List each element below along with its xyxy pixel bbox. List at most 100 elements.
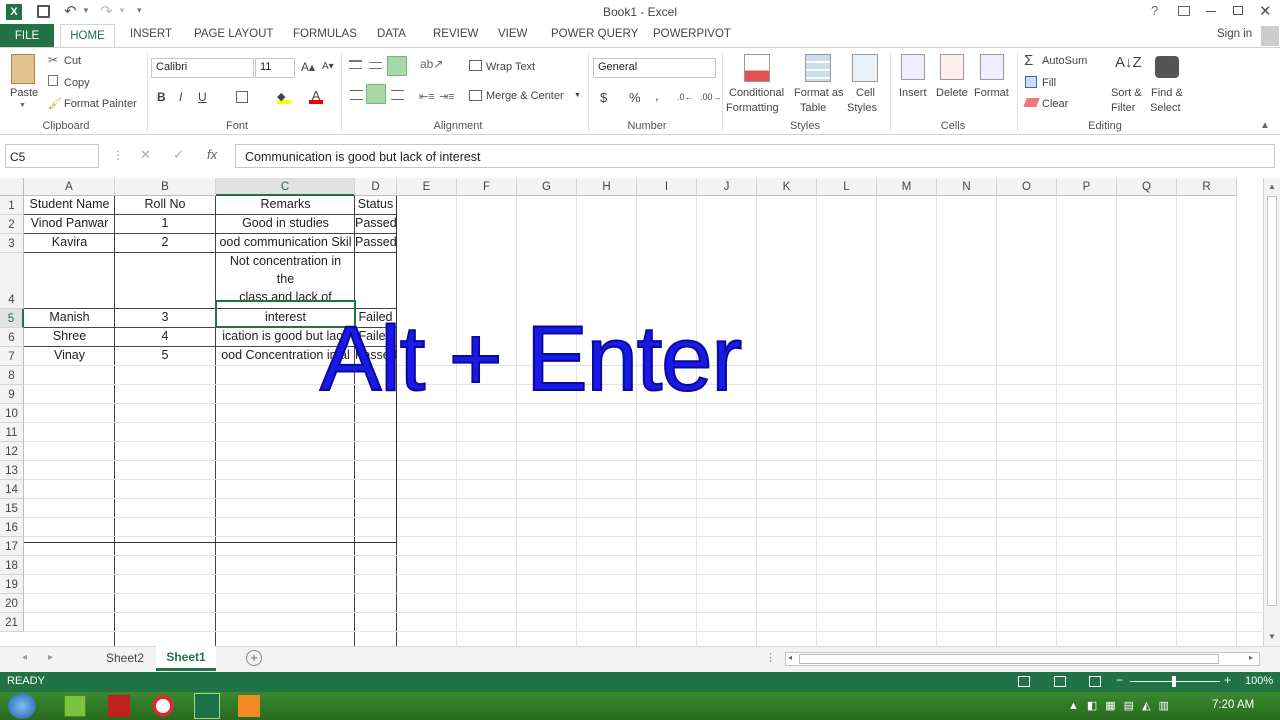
tab-powerpivot[interactable]: POWERPIVOT xyxy=(653,28,731,40)
sort-filter-icon[interactable]: A↓Z xyxy=(1115,54,1142,71)
clear-button[interactable]: Clear xyxy=(1042,98,1068,110)
page-break-view-icon[interactable] xyxy=(1089,676,1101,687)
column-header-p[interactable]: P xyxy=(1057,178,1117,196)
insert-cells-icon[interactable] xyxy=(901,54,925,80)
column-header-l[interactable]: L xyxy=(817,178,877,196)
format-cells-icon[interactable] xyxy=(980,54,1004,80)
tab-scroll-right-icon[interactable]: ▸ xyxy=(48,652,53,663)
cancel-icon[interactable]: ✕ xyxy=(140,147,151,163)
column-header-r[interactable]: R xyxy=(1177,178,1237,196)
copy-button[interactable]: Copy xyxy=(64,77,90,89)
fill-icon[interactable] xyxy=(1025,76,1037,88)
tab-home[interactable]: HOME xyxy=(60,24,115,49)
cell-c3[interactable]: ood communication Skil xyxy=(216,235,355,253)
cell-a5[interactable]: Shree xyxy=(24,329,115,347)
font-color-icon[interactable]: A xyxy=(309,88,323,104)
taskbar-app-green-icon[interactable] xyxy=(64,695,86,717)
row-header-3[interactable]: 3 xyxy=(0,234,24,253)
normal-view-icon[interactable] xyxy=(1018,676,1030,687)
row-header-11[interactable]: 11 xyxy=(0,423,24,442)
grow-font-icon[interactable]: A▴ xyxy=(301,60,315,74)
cell-styles-button[interactable]: Cell xyxy=(856,87,875,99)
insert-function-icon[interactable]: fx xyxy=(207,147,217,162)
column-header-a[interactable]: A xyxy=(24,178,115,196)
taskbar-opera-icon[interactable] xyxy=(152,695,174,717)
cell-c4-line1[interactable]: Not concentration in xyxy=(216,254,355,272)
row-header-15[interactable]: 15 xyxy=(0,499,24,518)
zoom-out-icon[interactable]: − xyxy=(1116,673,1123,687)
merge-center-icon[interactable] xyxy=(469,90,482,101)
row-header-13[interactable]: 13 xyxy=(0,461,24,480)
sort-filter-line2[interactable]: Filter xyxy=(1111,102,1135,114)
column-header-o[interactable]: O xyxy=(997,178,1057,196)
binoculars-icon[interactable] xyxy=(1155,56,1179,78)
column-header-j[interactable]: J xyxy=(697,178,757,196)
cell-b2[interactable]: 1 xyxy=(115,216,215,234)
center-align-icon[interactable] xyxy=(366,84,386,104)
sort-filter-button[interactable]: Sort & xyxy=(1111,87,1142,99)
tab-file[interactable]: FILE xyxy=(0,24,54,48)
taskbar-clock[interactable]: 7:20 AM xyxy=(1212,699,1254,711)
bottom-align-icon[interactable] xyxy=(387,56,407,76)
column-header-k[interactable]: K xyxy=(757,178,817,196)
cell-c4-line3[interactable]: class and lack of xyxy=(216,290,355,302)
tab-formulas[interactable]: FORMULAS xyxy=(293,28,357,40)
cut-button[interactable]: Cut xyxy=(64,55,81,67)
column-header-b[interactable]: B xyxy=(115,178,216,196)
tab-page-layout[interactable]: PAGE LAYOUT xyxy=(194,28,273,40)
scroll-down-icon[interactable]: ▼ xyxy=(1268,632,1276,641)
font-size-select[interactable]: 11 xyxy=(255,58,295,78)
undo-dropdown-icon[interactable]: ▼ xyxy=(82,6,90,15)
comma-button[interactable]: , xyxy=(655,88,659,103)
new-sheet-icon[interactable]: + xyxy=(246,650,262,666)
hscroll-thumb[interactable] xyxy=(799,654,1219,664)
cell-c2[interactable]: Good in studies xyxy=(216,216,355,234)
column-header-i[interactable]: I xyxy=(637,178,697,196)
row-header-8[interactable]: 8 xyxy=(0,366,24,385)
customize-qat-icon[interactable]: ▾ xyxy=(137,5,142,16)
taskbar-recorder-icon[interactable] xyxy=(238,695,260,717)
merge-center-button[interactable]: Merge & Center xyxy=(486,90,564,102)
cell-a4[interactable]: Manish xyxy=(24,310,115,328)
fill-button[interactable]: Fill xyxy=(1042,77,1056,89)
scroll-up-icon[interactable]: ▲ xyxy=(1268,182,1276,191)
hscroll-right-icon[interactable]: ▸ xyxy=(1249,653,1253,662)
cell-b3[interactable]: 2 xyxy=(115,235,215,253)
format-painter-button[interactable]: Format Painter xyxy=(64,98,137,110)
format-as-table-icon[interactable] xyxy=(805,54,831,82)
row-header-20[interactable]: 20 xyxy=(0,594,24,613)
help-icon[interactable]: ? xyxy=(1151,3,1158,18)
column-header-g[interactable]: G xyxy=(517,178,577,196)
cell-b4[interactable]: 3 xyxy=(115,310,215,328)
top-align-icon[interactable] xyxy=(349,60,362,69)
row-header-18[interactable]: 18 xyxy=(0,556,24,575)
cell-a6[interactable]: Vinay xyxy=(24,348,115,366)
save-icon[interactable] xyxy=(37,5,50,18)
splitter-icon[interactable]: ⋮ xyxy=(765,651,776,664)
conditional-formatting-line2[interactable]: Formatting xyxy=(726,102,779,114)
cell-d1[interactable]: Status xyxy=(355,197,396,215)
wrap-text-button[interactable]: Wrap Text xyxy=(486,61,535,73)
column-header-c[interactable]: C xyxy=(216,178,355,196)
row-header-5[interactable]: 5 xyxy=(0,309,24,328)
tab-power-query[interactable]: POWER QUERY xyxy=(551,28,638,40)
fill-color-icon[interactable]: ◆ xyxy=(277,90,291,104)
conditional-formatting-button[interactable]: Conditional xyxy=(729,87,784,99)
row-header-7[interactable]: 7 xyxy=(0,347,24,366)
cell-a2[interactable]: Vinod Panwar xyxy=(24,216,115,234)
decrease-indent-icon[interactable]: ⇤≡ xyxy=(419,90,435,103)
tab-review[interactable]: REVIEW xyxy=(433,28,478,40)
row-header-10[interactable]: 10 xyxy=(0,404,24,423)
row-header-19[interactable]: 19 xyxy=(0,575,24,594)
increase-indent-icon[interactable]: ⇥≡ xyxy=(439,90,455,103)
sheet-tab-sheet1[interactable]: Sheet1 xyxy=(156,646,216,671)
autosum-button[interactable]: AutoSum xyxy=(1042,55,1087,67)
tray-icons[interactable]: ▲◧▦▤◭▥ xyxy=(1068,699,1177,712)
taskbar-excel-icon[interactable] xyxy=(194,693,220,719)
percent-button[interactable]: % xyxy=(629,90,641,105)
currency-button[interactable]: $ xyxy=(600,90,607,105)
copy-icon[interactable] xyxy=(48,75,58,86)
column-header-m[interactable]: M xyxy=(877,178,937,196)
column-header-e[interactable]: E xyxy=(397,178,457,196)
select-all-corner[interactable] xyxy=(0,178,24,196)
